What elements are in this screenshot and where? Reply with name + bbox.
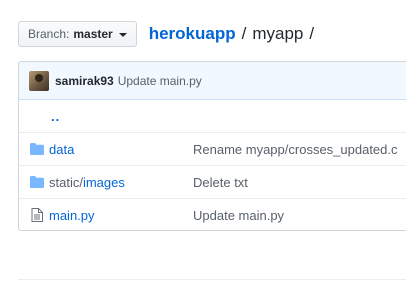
commit-message-link[interactable]: Delete txt [193,175,248,190]
breadcrumb-root-link[interactable]: herokuapp [149,24,236,44]
breadcrumb-current-dir: myapp [252,24,304,43]
folder-icon [29,176,45,188]
folder-icon [29,143,45,155]
commit-author-link[interactable]: samirak93 [55,74,114,88]
repo-header: Branch: master herokuapp / myapp / [18,20,320,48]
parent-dir-row: .. [19,100,406,132]
table-row: main.py Update main.py [19,198,406,230]
breadcrumb: herokuapp / myapp / [149,24,320,44]
breadcrumb-separator: / [241,24,247,43]
latest-commit-bar: samirak93 Update main.py [19,62,406,100]
commit-message-link[interactable]: Rename myapp/crosses_updated.c [193,142,398,157]
commit-message-link[interactable]: Update main.py [118,74,202,88]
chevron-down-icon [118,32,127,37]
file-name-link[interactable]: data [49,142,193,157]
file-list: samirak93 Update main.py .. data Rename … [18,61,406,231]
branch-select-button[interactable]: Branch: master [18,21,137,47]
file-name-link[interactable]: main.py [49,208,193,223]
file-name-link[interactable]: static/images [49,175,193,190]
file-icon [29,208,45,222]
avatar[interactable] [29,70,49,91]
table-row: data Rename myapp/crosses_updated.c [19,132,406,165]
branch-label: Branch: [28,27,70,41]
divider [18,279,406,280]
branch-name: master [73,27,113,41]
table-row: static/images Delete txt [19,165,406,198]
parent-dir-link[interactable]: .. [51,109,60,124]
breadcrumb-trailing-separator: / [309,24,315,43]
commit-message-link[interactable]: Update main.py [193,208,284,223]
